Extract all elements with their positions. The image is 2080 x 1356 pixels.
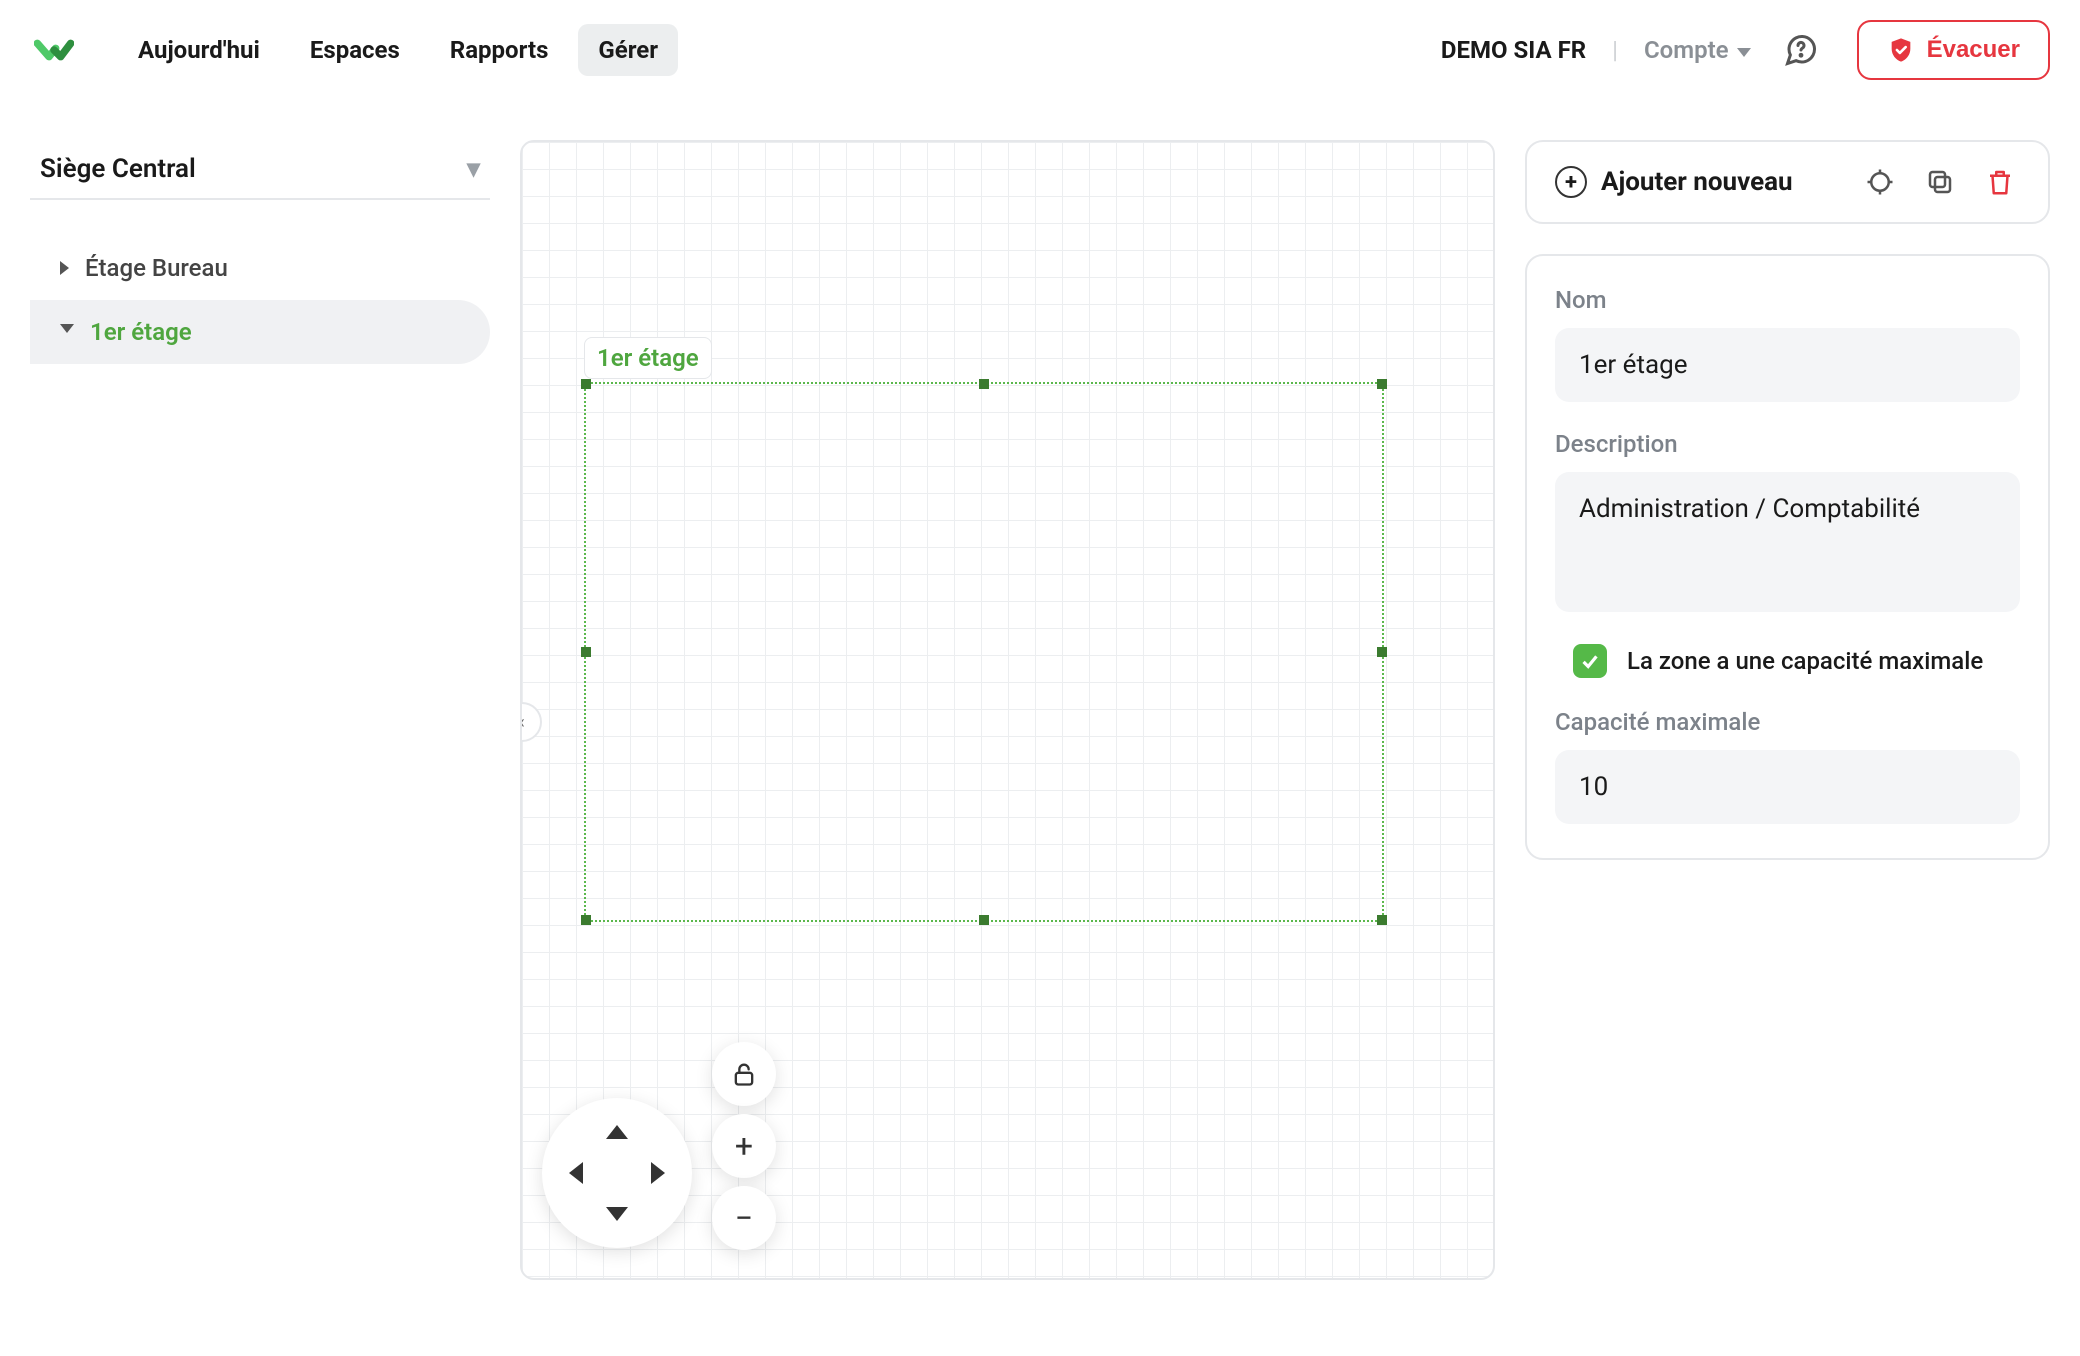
help-button[interactable] [1781, 30, 1821, 70]
top-nav: Aujourd'hui Espaces Rapports Gérer DEMO … [0, 0, 2080, 100]
evacuate-button[interactable]: Évacuer [1857, 20, 2050, 80]
unlock-icon [730, 1060, 758, 1088]
resize-handle-tl[interactable] [581, 379, 591, 389]
plus-circle-icon: + [1555, 166, 1587, 198]
zone-rectangle[interactable] [584, 382, 1384, 922]
pan-up-button[interactable] [597, 1112, 637, 1152]
nav-links: Aujourd'hui Espaces Rapports Gérer [118, 24, 678, 76]
arrow-down-icon [606, 1207, 628, 1221]
chat-help-icon [1783, 32, 1819, 68]
zoom-in-button[interactable]: + [712, 1114, 776, 1178]
nav-link-today[interactable]: Aujourd'hui [118, 24, 280, 76]
description-input[interactable] [1555, 472, 2020, 612]
zone-form: Nom Description La zone a une capacité m… [1525, 254, 2050, 860]
name-label: Nom [1555, 286, 2020, 314]
chevron-left-icon: ‹ [520, 712, 525, 733]
arrow-left-icon [569, 1162, 583, 1184]
minus-icon: − [735, 1199, 753, 1237]
floor-tree: Étage Bureau 1er étage [30, 236, 490, 364]
zoom-out-button[interactable]: − [712, 1186, 776, 1250]
org-name: DEMO SIA FR [1441, 36, 1586, 64]
capacity-input[interactable] [1555, 750, 2020, 824]
check-icon [1579, 650, 1601, 672]
capacity-label: Capacité maximale [1555, 708, 2020, 736]
pan-right-button[interactable] [638, 1153, 678, 1193]
zone-toolbar: + Ajouter nouveau [1525, 140, 2050, 224]
logo-icon [34, 30, 74, 70]
site-selector[interactable]: Siège Central ▾ [30, 140, 490, 200]
field-capacity: Capacité maximale [1555, 708, 2020, 824]
site-name: Siège Central [40, 154, 196, 184]
account-menu[interactable]: Compte [1644, 36, 1751, 64]
nav-link-spaces[interactable]: Espaces [290, 24, 420, 76]
field-has-capacity: La zone a une capacité maximale [1573, 644, 2020, 678]
crosshair-icon [1865, 167, 1895, 197]
center-button[interactable] [1860, 162, 1900, 202]
floorplan-canvas[interactable]: ‹ 1er étage + − [520, 140, 1495, 1280]
caret-right-icon [60, 261, 69, 275]
caret-down-icon: ▾ [467, 154, 480, 184]
field-description: Description [1555, 430, 2020, 616]
add-new-button[interactable]: + Ajouter nouveau [1555, 166, 1793, 198]
pan-control [542, 1098, 692, 1248]
caret-down-icon [60, 324, 74, 340]
has-capacity-label: La zone a une capacité maximale [1627, 647, 1983, 675]
lock-button[interactable] [712, 1042, 776, 1106]
arrow-up-icon [606, 1125, 628, 1139]
tree-item-label: 1er étage [90, 318, 192, 346]
collapse-sidebar-button[interactable]: ‹ [520, 702, 542, 742]
resize-handle-mr[interactable] [1377, 647, 1387, 657]
resize-handle-tr[interactable] [1377, 379, 1387, 389]
nav-divider: | [1612, 36, 1618, 64]
arrow-right-icon [651, 1162, 665, 1184]
resize-handle-bm[interactable] [979, 915, 989, 925]
resize-handle-ml[interactable] [581, 647, 591, 657]
has-capacity-checkbox[interactable] [1573, 644, 1607, 678]
nav-link-manage[interactable]: Gérer [578, 24, 678, 76]
delete-button[interactable] [1980, 162, 2020, 202]
evacuate-label: Évacuer [1927, 36, 2020, 64]
zone-label[interactable]: 1er étage [584, 337, 712, 379]
account-label: Compte [1644, 36, 1729, 64]
name-input[interactable] [1555, 328, 2020, 402]
right-panel: + Ajouter nouveau [1525, 140, 2050, 1356]
duplicate-button[interactable] [1920, 162, 1960, 202]
pan-left-button[interactable] [556, 1153, 596, 1193]
plus-icon: + [735, 1127, 753, 1165]
tree-item-label: Étage Bureau [85, 254, 228, 282]
copy-icon [1925, 167, 1955, 197]
sidebar: Siège Central ▾ Étage Bureau 1er étage [30, 140, 490, 1356]
description-label: Description [1555, 430, 2020, 458]
field-name: Nom [1555, 286, 2020, 402]
main: Siège Central ▾ Étage Bureau 1er étage ‹… [0, 100, 2080, 1356]
logo[interactable] [30, 26, 78, 74]
shield-check-icon [1887, 36, 1915, 64]
resize-handle-bl[interactable] [581, 915, 591, 925]
nav-link-reports[interactable]: Rapports [430, 24, 569, 76]
chevron-down-icon [1737, 48, 1751, 57]
add-new-label: Ajouter nouveau [1601, 167, 1793, 197]
pan-down-button[interactable] [597, 1194, 637, 1234]
trash-icon [1985, 167, 2015, 197]
resize-handle-tm[interactable] [979, 379, 989, 389]
tree-item-floor-office[interactable]: Étage Bureau [30, 236, 490, 300]
tree-item-first-floor[interactable]: 1er étage [30, 300, 490, 364]
resize-handle-br[interactable] [1377, 915, 1387, 925]
